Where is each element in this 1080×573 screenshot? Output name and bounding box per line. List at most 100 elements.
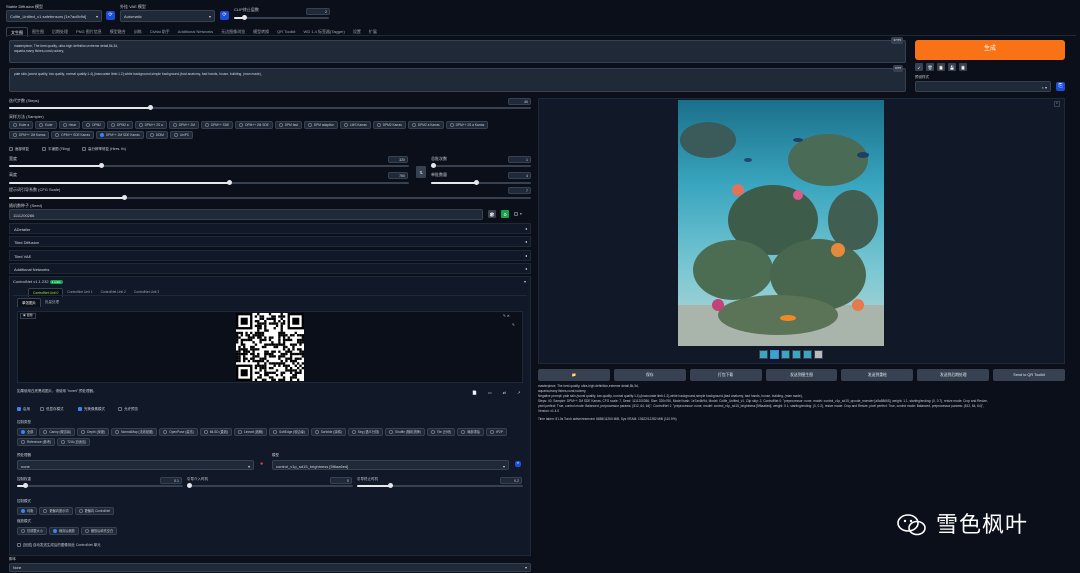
- end-value[interactable]: 0.2: [500, 477, 522, 484]
- prompt-tool-icon[interactable]: 📋: [959, 63, 967, 71]
- sampler-option[interactable]: DPM++ 2M: [168, 121, 199, 129]
- face-fix-checkbox[interactable]: 面部修复: [9, 147, 29, 152]
- batch-size-slider[interactable]: [431, 180, 531, 185]
- sampler-option[interactable]: DPM++ 2M SDE Karras: [95, 131, 144, 139]
- generate-button[interactable]: 生成: [915, 40, 1065, 60]
- camera-icon[interactable]: ▭: [488, 390, 492, 395]
- positive-prompt[interactable]: masterpiece, The best quality, ultra-hig…: [9, 37, 906, 63]
- gallery-thumbnail[interactable]: [781, 350, 790, 359]
- control-mode-option[interactable]: 更偏向提示词: [39, 507, 73, 515]
- output-button-3[interactable]: 发送到图生图: [765, 369, 838, 381]
- cfg-slider[interactable]: [9, 195, 531, 200]
- control-type-option[interactable]: 局部重绘: [457, 428, 484, 436]
- control-type-option[interactable]: MLSD (直线): [199, 428, 232, 436]
- batch-count-value[interactable]: 1: [508, 156, 531, 163]
- start-value[interactable]: 0: [330, 477, 352, 484]
- negative-prompt[interactable]: pale skin,(worst quality, low quality, n…: [9, 65, 906, 92]
- clip-value[interactable]: 2: [306, 8, 330, 15]
- edit-image-icon[interactable]: ✎: [512, 323, 515, 327]
- width-value[interactable]: 320: [388, 156, 408, 163]
- resize-mode-option[interactable]: 仅调整大小: [17, 527, 47, 535]
- sampler-option[interactable]: DPM adaptive: [303, 121, 338, 129]
- recycle-icon[interactable]: ♻: [501, 210, 509, 218]
- sampler-option[interactable]: LMS Karras: [339, 121, 371, 129]
- width-slider[interactable]: [9, 163, 409, 168]
- sampler-option[interactable]: Heun: [58, 121, 81, 129]
- height-slider[interactable]: [9, 180, 409, 185]
- control-type-option[interactable]: Shuffle (随机洗牌): [385, 428, 425, 436]
- lowvram-checkbox[interactable]: 低显存模式: [40, 407, 64, 412]
- accordion-tiled-diffusion[interactable]: Tiled Diffusion ◂: [9, 236, 531, 248]
- batch-count-slider[interactable]: [431, 163, 531, 168]
- accordion-additional-networks[interactable]: Additional Networks ◂: [9, 262, 531, 274]
- sampler-option[interactable]: Euler a: [9, 121, 34, 129]
- gallery-thumbnail[interactable]: [814, 350, 823, 359]
- control-type-option[interactable]: Scribble (涂鸦): [310, 428, 346, 436]
- open-folder-icon[interactable]: 📁: [538, 369, 610, 381]
- sampler-option[interactable]: DPM2 Karras: [372, 121, 406, 129]
- enable-checkbox[interactable]: 启用: [17, 407, 30, 412]
- sampler-option[interactable]: UniPC: [169, 131, 194, 139]
- preprocessor-select[interactable]: none ▾: [17, 460, 254, 470]
- seed-input[interactable]: 1111200286: [9, 209, 483, 220]
- output-button-4[interactable]: 发送到重绘: [841, 369, 914, 381]
- sampler-option[interactable]: DPM2 a Karras: [407, 121, 444, 129]
- sampler-option[interactable]: DPM2: [82, 121, 106, 129]
- style-select[interactable]: × ▾: [915, 81, 1051, 92]
- control-type-option[interactable]: IP2P: [485, 428, 507, 436]
- run-preprocessor-icon[interactable]: ✹: [260, 461, 263, 466]
- control-type-option[interactable]: Reference (参考): [17, 438, 56, 446]
- batch-size-value[interactable]: 4: [508, 172, 531, 179]
- gallery-thumbnail[interactable]: [803, 350, 812, 359]
- gallery-thumbnail[interactable]: [770, 350, 779, 359]
- sampler-option[interactable]: Euler: [35, 121, 57, 129]
- sampler-option[interactable]: DPM++ 2S a: [134, 121, 167, 129]
- model-select[interactable]: control_v1p_sd15_brightness [5f6aa6ed] ▾: [272, 460, 509, 470]
- gallery-thumbnail[interactable]: [759, 350, 768, 359]
- accordion-adetailer[interactable]: ADetailer ◂: [9, 223, 531, 234]
- sampler-option[interactable]: DPM++ SDE: [200, 121, 234, 129]
- sampler-option[interactable]: DPM++ 2M SDE: [235, 121, 273, 129]
- control-type-option[interactable]: Canny (硬边缘): [39, 428, 76, 436]
- output-button-6[interactable]: Send to QR Toolkit: [993, 369, 1066, 381]
- resize-mode-option[interactable]: 裁剪后缩放: [48, 527, 79, 535]
- sampler-option[interactable]: DPM++ SDE Karras: [51, 131, 94, 139]
- pixel-perfect-checkbox[interactable]: 完美像素模式: [78, 407, 105, 412]
- sampler-option[interactable]: DPM++ 2M Karras: [9, 131, 50, 139]
- close-gallery-icon[interactable]: ×: [1054, 101, 1060, 107]
- start-slider[interactable]: [187, 483, 353, 488]
- hires-checkbox[interactable]: 高分辨率修复 (Hires. fix): [82, 147, 126, 152]
- control-type-option[interactable]: Tile (分块): [426, 428, 456, 436]
- prompt-tool-icon[interactable]: 💾: [948, 63, 956, 71]
- clear-image-icon[interactable]: ✎ ✕: [503, 314, 510, 318]
- script-select[interactable]: None ▾: [9, 563, 531, 572]
- weight-slider[interactable]: [17, 483, 183, 488]
- send-icon[interactable]: ↗: [517, 390, 520, 395]
- refresh-icon[interactable]: ⟳: [220, 11, 229, 20]
- vae-select[interactable]: Automatic ▾: [120, 10, 215, 22]
- sampler-option[interactable]: DDIM: [145, 131, 168, 139]
- refresh-icon[interactable]: ⟳: [106, 11, 115, 20]
- resize-mode-option[interactable]: 缩放后填充空白: [80, 527, 118, 535]
- gallery-thumbnail[interactable]: [792, 350, 801, 359]
- control-type-option[interactable]: 全部: [17, 428, 38, 436]
- control-type-option[interactable]: SoftEdge (软边缘): [269, 428, 309, 436]
- control-type-option[interactable]: Seg (语义分割): [347, 428, 384, 436]
- steps-value[interactable]: 40: [508, 98, 531, 105]
- height-value[interactable]: 760: [388, 172, 408, 179]
- prompt-tool-icon[interactable]: ↙: [915, 63, 923, 71]
- extra-seed-checkbox[interactable]: ▾: [514, 212, 522, 217]
- control-type-option[interactable]: OpenPose (姿态): [159, 428, 198, 436]
- sampler-option[interactable]: DPM fast: [274, 121, 302, 129]
- accordion-tiled-vae[interactable]: Tiled VAE ◂: [9, 249, 531, 261]
- refresh-icon[interactable]: ⟳: [515, 461, 521, 467]
- collapse-icon[interactable]: ▾: [524, 279, 526, 284]
- controlnet-subtab[interactable]: 单张图片: [17, 298, 41, 308]
- swap-icon[interactable]: ⇄: [503, 390, 506, 395]
- upload-icon[interactable]: 📄: [472, 390, 477, 395]
- prompt-tool-icon[interactable]: 🗑: [926, 63, 934, 71]
- tiling-checkbox[interactable]: 平铺图 (Tiling): [42, 147, 70, 152]
- output-button-2[interactable]: 打包下载: [689, 369, 762, 381]
- control-mode-option[interactable]: 更偏向 ControlNet: [74, 507, 115, 515]
- control-type-option[interactable]: Depth (深度): [77, 428, 110, 436]
